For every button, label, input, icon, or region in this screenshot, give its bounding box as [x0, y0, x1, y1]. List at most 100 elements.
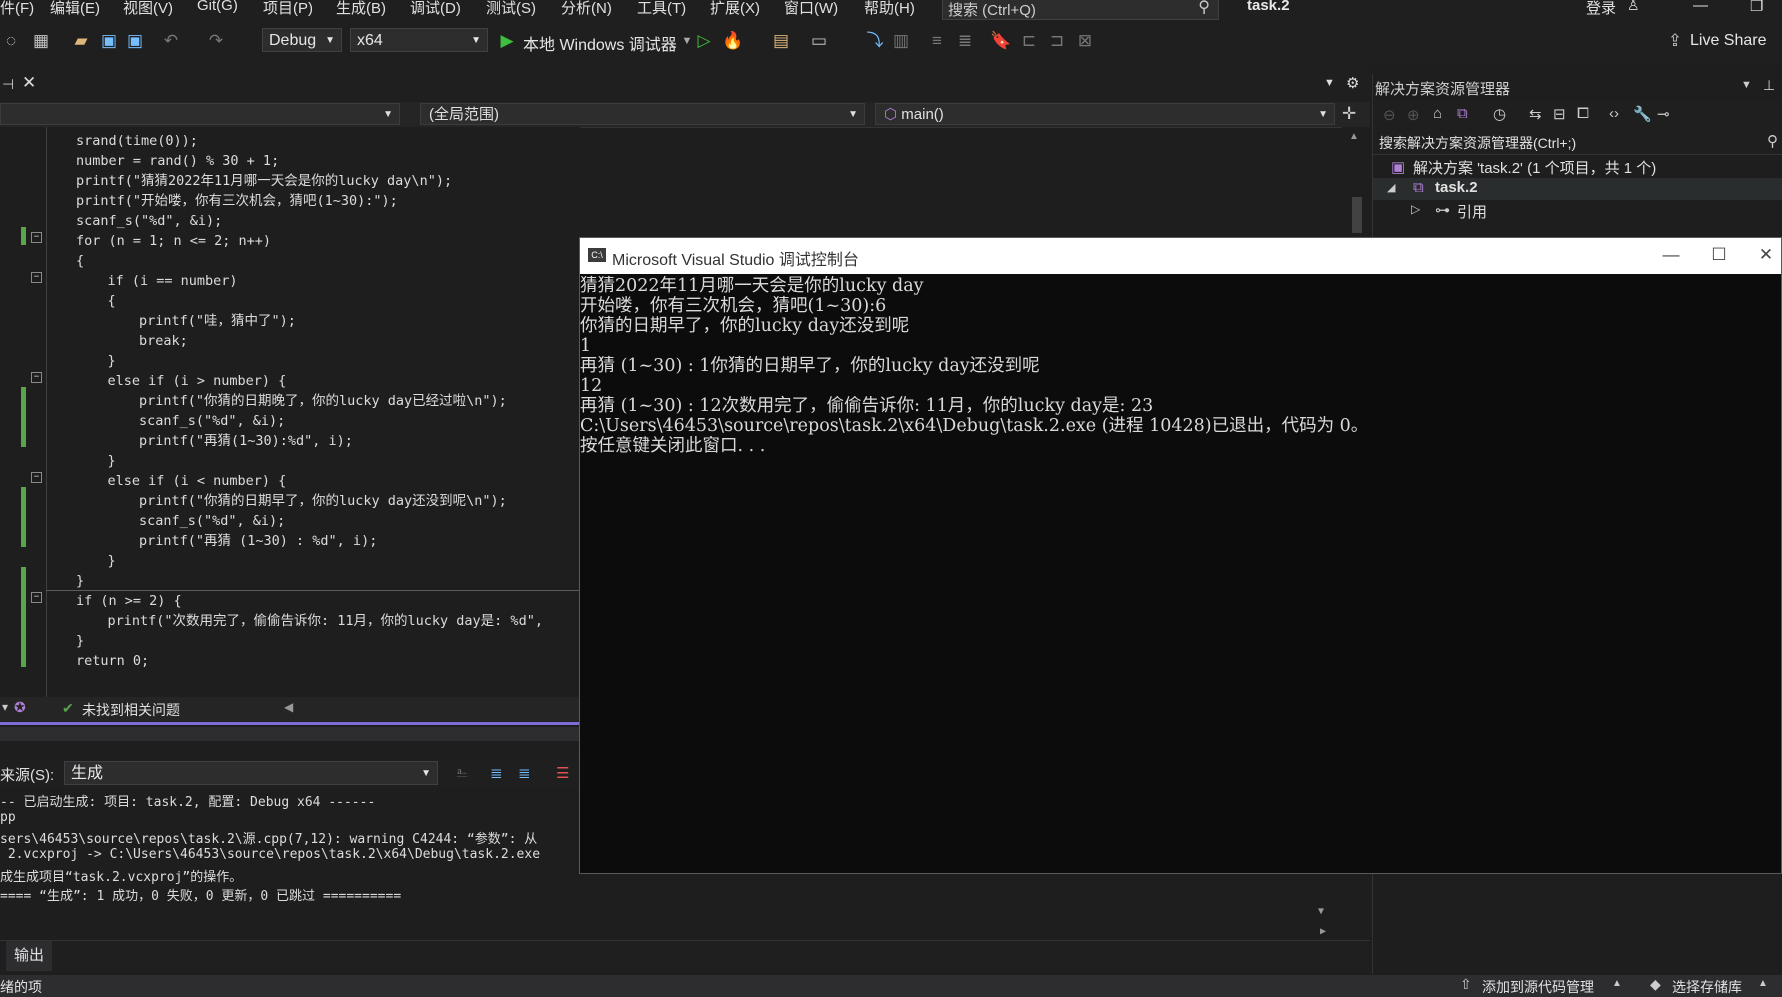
sync-icon[interactable]: ⇆: [1529, 105, 1542, 123]
layout-icon[interactable]: ▭: [808, 30, 830, 52]
pin-icon[interactable]: ⊥: [1763, 77, 1775, 94]
minimize-icon[interactable]: —: [1693, 0, 1708, 14]
live-share-icon[interactable]: ⇪: [1664, 30, 1686, 52]
search-input[interactable]: 搜索 (Ctrl+Q) ⚲: [942, 0, 1219, 20]
chevron-down-icon[interactable]: ▾: [2, 700, 8, 714]
menu-extensions[interactable]: 扩展(X): [710, 0, 760, 18]
menu-help[interactable]: 帮助(H): [864, 0, 915, 18]
menu-git[interactable]: Git(G): [197, 0, 238, 14]
preview-icon[interactable]: ⊸: [1657, 105, 1670, 123]
console-title-bar[interactable]: C:\ Microsoft Visual Studio 调试控制台 — ☐ ✕: [580, 238, 1781, 274]
menu-file[interactable]: 件(F): [0, 0, 34, 18]
file-scope-select[interactable]: ▼: [0, 103, 400, 125]
tree-item-project[interactable]: ◢ ⧉ task.2: [1373, 178, 1782, 200]
account-icon[interactable]: ♙: [1627, 0, 1640, 14]
fold-toggle-icon[interactable]: −: [31, 232, 42, 243]
back-icon[interactable]: ⊖: [1383, 106, 1396, 124]
start-debug-icon[interactable]: ▶: [496, 30, 518, 52]
run-debugger-button[interactable]: 本地 Windows 调试器: [523, 31, 677, 55]
bookmark-icon[interactable]: 🔖: [990, 30, 1012, 52]
start-without-debug-icon[interactable]: ▷: [693, 30, 715, 52]
next-message-icon[interactable]: ≣: [518, 764, 531, 782]
scroll-thumb[interactable]: [1352, 197, 1362, 233]
menu-build[interactable]: 生成(B): [336, 0, 386, 18]
panel-splitter[interactable]: [0, 722, 580, 725]
add-source-control-button[interactable]: 添加到源代码管理: [1482, 977, 1594, 997]
fold-toggle-icon[interactable]: −: [31, 372, 42, 383]
menu-debug[interactable]: 调试(D): [410, 0, 461, 18]
debug-console-window[interactable]: C:\ Microsoft Visual Studio 调试控制台 — ☐ ✕ …: [579, 237, 1782, 874]
scroll-down-icon[interactable]: ▼: [1318, 906, 1324, 917]
config-select[interactable]: Debug ▼: [262, 28, 342, 52]
restore-icon[interactable]: ❐: [1750, 0, 1763, 15]
save-all-icon[interactable]: ▣: [124, 30, 146, 52]
menu-edit[interactable]: 编辑(E): [50, 0, 100, 18]
search-placeholder: 搜索 (Ctrl+Q): [948, 2, 1036, 19]
history-icon[interactable]: ◷: [1493, 105, 1506, 123]
code-icon[interactable]: ‹›: [1609, 105, 1619, 122]
open-folder-icon[interactable]: ▰: [70, 30, 92, 52]
live-share-button[interactable]: Live Share: [1690, 32, 1767, 50]
tab-output[interactable]: 输出: [6, 941, 53, 971]
expand-arrow-icon[interactable]: ◢: [1387, 181, 1395, 194]
save-icon[interactable]: ▣: [98, 30, 120, 52]
prev-message-icon[interactable]: ≣: [490, 764, 503, 782]
show-all-icon[interactable]: ⧠: [1577, 105, 1589, 122]
hot-reload-icon[interactable]: 🔥: [722, 30, 744, 52]
wrench-icon[interactable]: 🔧: [1633, 105, 1652, 123]
solution-search-input[interactable]: 搜索解决方案资源管理器(Ctrl+;) ⚲: [1373, 130, 1782, 155]
editor-scrollbar[interactable]: ▲: [1342, 127, 1370, 237]
minimize-icon[interactable]: —: [1656, 243, 1686, 267]
menu-tools[interactable]: 工具(T): [637, 0, 686, 18]
align-icon[interactable]: ▥: [890, 30, 912, 52]
tab-list-icon[interactable]: ▼: [1324, 77, 1335, 89]
platform-select[interactable]: x64 ▼: [350, 28, 488, 52]
collapse-arrow-icon[interactable]: ▷: [1411, 202, 1420, 216]
fold-toggle-icon[interactable]: −: [31, 592, 42, 603]
split-icon[interactable]: ✛: [1342, 104, 1356, 124]
indent-icon[interactable]: ≡: [926, 30, 948, 52]
select-repo-button[interactable]: 选择存储库: [1672, 977, 1742, 997]
fold-toggle-icon[interactable]: −: [31, 272, 42, 283]
maximize-icon[interactable]: ☐: [1704, 243, 1734, 267]
console-output[interactable]: 猜猜2022年11月哪一天会是你的lucky day 开始喽，你有三次机会，猜吧(…: [580, 274, 1781, 873]
close-icon[interactable]: ✕: [1751, 243, 1781, 267]
bookmark-prev-icon[interactable]: ⊏: [1018, 30, 1040, 52]
outdent-icon[interactable]: ≣: [954, 30, 976, 52]
collapse-icon[interactable]: ⊟: [1553, 105, 1566, 123]
menu-window[interactable]: 窗口(W): [784, 0, 838, 18]
scroll-left-icon[interactable]: ◀: [284, 700, 293, 714]
issues-status[interactable]: 未找到相关问题: [82, 700, 180, 720]
global-scope-select[interactable]: (全局范围) ▼: [420, 103, 865, 125]
new-project-icon[interactable]: ▦: [30, 30, 52, 52]
code-editor[interactable]: − − − − − srand(time(0)); number = rand()…: [0, 127, 580, 697]
home-icon[interactable]: ⌂: [1433, 105, 1442, 122]
browse-icon[interactable]: ▤: [770, 30, 792, 52]
pin-icon[interactable]: ⊣: [2, 76, 14, 93]
close-icon[interactable]: ✕: [22, 73, 36, 93]
clear-all-icon[interactable]: ☰: [556, 764, 569, 782]
tree-item-references[interactable]: ▷ ⊶ 引用: [1373, 200, 1782, 222]
undo-icon[interactable]: ↶: [160, 30, 182, 52]
step-icon[interactable]: ⤵: [864, 30, 886, 52]
scroll-up-icon[interactable]: ▲: [1349, 131, 1359, 142]
menu-project[interactable]: 项目(P): [263, 0, 313, 18]
bookmark-clear-icon[interactable]: ⊠: [1074, 30, 1096, 52]
gear-icon[interactable]: ⚙: [1346, 74, 1359, 92]
switch-views-icon[interactable]: ⧉: [1457, 105, 1468, 122]
scroll-right-icon[interactable]: ▶: [1320, 926, 1326, 937]
function-select[interactable]: ⬡ main() ▼: [875, 103, 1335, 125]
menu-view[interactable]: 视图(V): [123, 0, 173, 18]
fold-toggle-icon[interactable]: −: [31, 472, 42, 483]
forward-icon[interactable]: ⊕: [1407, 106, 1420, 124]
tree-item-solution[interactable]: ▣ 解决方案 'task.2' (1 个项目，共 1 个): [1373, 156, 1782, 178]
redo-icon[interactable]: ↷: [205, 30, 227, 52]
menu-analyze[interactable]: 分析(N): [561, 0, 612, 18]
bookmark-next-icon[interactable]: ⊐: [1046, 30, 1068, 52]
output-source-select[interactable]: 生成 ▼: [64, 761, 438, 785]
menu-test[interactable]: 测试(S): [486, 0, 536, 18]
chevron-down-icon[interactable]: ▼: [1741, 79, 1752, 91]
find-message-icon[interactable]: ⎁: [456, 764, 468, 781]
back-icon[interactable]: ◌: [0, 30, 22, 52]
login-link[interactable]: 登录: [1586, 0, 1616, 18]
